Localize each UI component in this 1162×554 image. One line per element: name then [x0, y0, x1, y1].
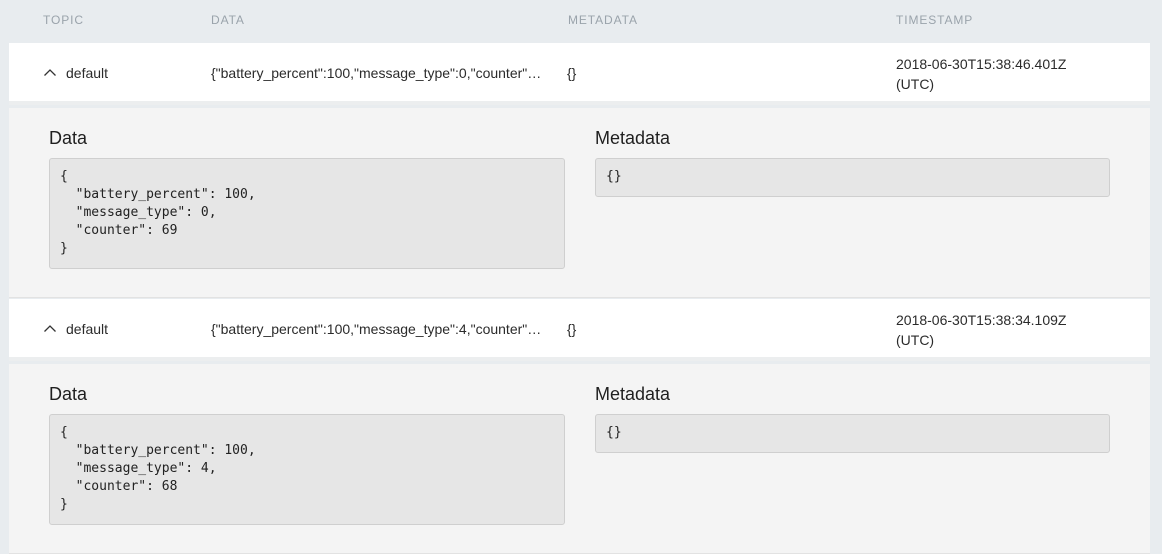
detail-data-title: Data [49, 384, 88, 404]
row-topic: default [66, 321, 109, 337]
chevron-up-icon[interactable] [42, 65, 58, 81]
table-row[interactable]: default {"battery_percent":100,"message_… [9, 299, 1150, 361]
column-header-data: DATA [211, 13, 245, 27]
detail-data-json: { "battery_percent": 100, "message_type"… [49, 158, 565, 269]
row-timestamp: 2018-06-30T15:38:46.401Z (UTC) [896, 54, 1096, 94]
table-header: TOPIC DATA METADATA TIMESTAMP [0, 0, 1162, 40]
row-data-preview: {"battery_percent":100,"message_type":4,… [211, 321, 545, 337]
column-header-topic: TOPIC [43, 13, 84, 27]
row-topic: default [66, 65, 109, 81]
chevron-up-icon[interactable] [42, 321, 58, 337]
detail-data-json: { "battery_percent": 100, "message_type"… [49, 414, 565, 525]
row-timestamp-value: 2018-06-30T15:38:34.109Z [896, 312, 1067, 328]
row-metadata-preview: {} [567, 321, 577, 337]
detail-metadata-title: Metadata [595, 128, 671, 148]
row-metadata-preview: {} [567, 65, 577, 81]
column-header-timestamp: TIMESTAMP [896, 13, 974, 27]
detail-metadata-json: {} [595, 158, 1110, 197]
row-timestamp-value: 2018-06-30T15:38:46.401Z [896, 56, 1067, 72]
row-detail-panel: Data Metadata { "battery_percent": 100, … [9, 108, 1150, 298]
row-data-preview: {"battery_percent":100,"message_type":0,… [211, 65, 545, 81]
row-timestamp: 2018-06-30T15:38:34.109Z (UTC) [896, 310, 1096, 350]
row-timestamp-zone: (UTC) [896, 332, 935, 348]
row-timestamp-zone: (UTC) [896, 76, 935, 92]
detail-data-title: Data [49, 128, 88, 148]
detail-metadata-json: {} [595, 414, 1110, 453]
column-header-metadata: METADATA [568, 13, 638, 27]
row-detail-panel: Data Metadata { "battery_percent": 100, … [9, 364, 1150, 554]
table-row[interactable]: default {"battery_percent":100,"message_… [9, 43, 1150, 105]
detail-metadata-title: Metadata [595, 384, 671, 404]
